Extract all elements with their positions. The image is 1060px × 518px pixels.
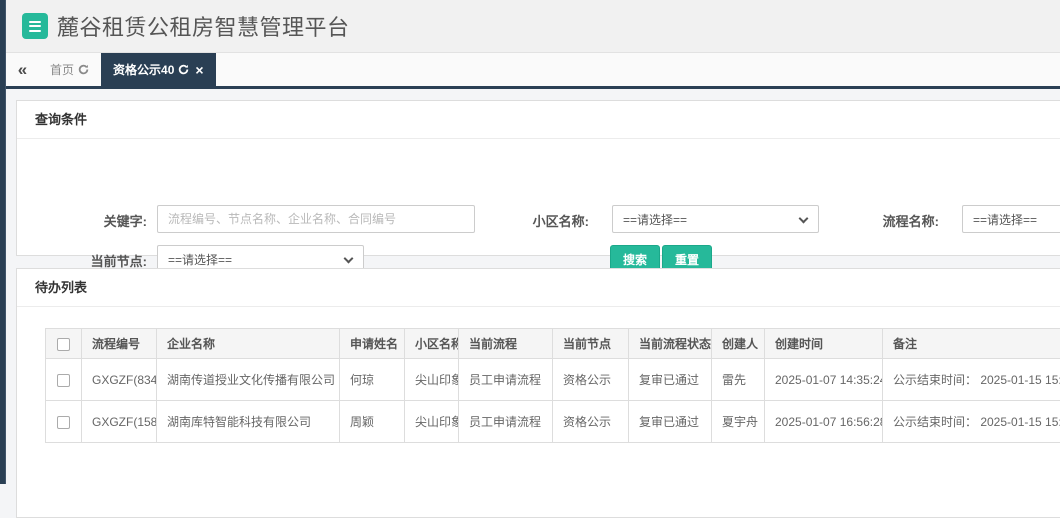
current-node-select-value: ==请选择== (168, 251, 232, 268)
cell: 员工申请流程 (459, 401, 553, 443)
tab-home-label: 首页 (50, 61, 74, 78)
cell: 夏宇舟 (712, 401, 765, 443)
hamburger-icon (29, 21, 41, 23)
todo-panel: 待办列表 (16, 268, 1060, 518)
cell: 员工申请流程 (459, 359, 553, 401)
tab-qualification-label: 资格公示40 (113, 61, 174, 78)
query-panel-title: 查询条件 (17, 101, 1060, 139)
community-label: 小区名称: (457, 211, 589, 230)
row-checkbox[interactable] (57, 416, 70, 429)
cell: 何琼 (340, 359, 405, 401)
todo-table: 流程编号企业名称申请姓名小区名称当前流程当前节点当前流程状态创建人创建时间备注 … (45, 328, 1060, 443)
todo-table-wrap: 流程编号企业名称申请姓名小区名称当前流程当前节点当前流程状态创建人创建时间备注 … (45, 328, 1060, 443)
cell: 湖南传道授业文化传播有限公司 (157, 359, 340, 401)
chevron-down-icon (344, 254, 354, 264)
cell: 资格公示 (553, 359, 629, 401)
community-select[interactable]: ==请选择== (612, 205, 819, 233)
todo-panel-title: 待办列表 (17, 269, 1060, 307)
collapse-tabs-icon[interactable]: « (6, 53, 38, 86)
cell: 公示结束时间： 2025-01-15 15:30:27 (883, 359, 1060, 401)
tab-bar: « 首页 资格公示40 × (6, 53, 1060, 86)
cell: 湖南库特智能科技有限公司 (157, 401, 340, 443)
cell: GXGZF(15862) (82, 401, 157, 443)
cell: 2025-01-07 14:35:24 (765, 359, 883, 401)
refresh-icon[interactable] (178, 64, 189, 75)
column-header: 申请姓名 (340, 329, 405, 359)
column-header: 备注 (883, 329, 1060, 359)
header-checkbox-cell (46, 329, 82, 359)
row-checkbox-cell (46, 401, 82, 443)
refresh-icon[interactable] (78, 64, 89, 75)
top-header: 麓谷租赁公租房智慧管理平台 (6, 0, 1060, 53)
cell: 复审已通过 (629, 359, 712, 401)
close-icon[interactable]: × (195, 63, 203, 77)
row-checkbox[interactable] (57, 374, 70, 387)
cell: 雷先 (712, 359, 765, 401)
community-select-value: ==请选择== (623, 211, 687, 228)
column-header: 创建时间 (765, 329, 883, 359)
select-all-checkbox[interactable] (57, 338, 70, 351)
content-area: 查询条件 关键字: 小区名称: ==请选择== 流程名称: ==请选择== 当前… (6, 89, 1060, 484)
process-name-label: 流程名称: (807, 211, 939, 230)
main-area: 麓谷租赁公租房智慧管理平台 « 首页 资格公示40 × 查 (6, 0, 1060, 484)
app-window: 麓谷租赁公租房智慧管理平台 « 首页 资格公示40 × 查 (0, 0, 1060, 484)
cell: 资格公示 (553, 401, 629, 443)
process-name-select[interactable]: ==请选择== (962, 205, 1060, 233)
table-row: GXGZF(834)湖南传道授业文化传播有限公司何琼尖山印象员工申请流程资格公示… (46, 359, 1060, 401)
column-header: 流程编号 (82, 329, 157, 359)
cell: 2025-01-07 16:56:28 (765, 401, 883, 443)
table-body: GXGZF(834)湖南传道授业文化传播有限公司何琼尖山印象员工申请流程资格公示… (46, 359, 1060, 443)
column-header: 当前流程状态 (629, 329, 712, 359)
column-header: 小区名称 (405, 329, 459, 359)
menu-toggle-button[interactable] (22, 13, 48, 39)
cell: GXGZF(834) (82, 359, 157, 401)
process-name-select-value: ==请选择== (973, 211, 1037, 228)
keyword-input[interactable] (157, 205, 475, 233)
table-row: GXGZF(15862)湖南库特智能科技有限公司周颖尖山印象员工申请流程资格公示… (46, 401, 1060, 443)
column-header: 当前流程 (459, 329, 553, 359)
column-header: 当前节点 (553, 329, 629, 359)
tab-home[interactable]: 首页 (38, 53, 101, 86)
tab-qualification-publicity[interactable]: 资格公示40 × (101, 53, 216, 86)
cell: 尖山印象 (405, 401, 459, 443)
cell: 复审已通过 (629, 401, 712, 443)
keyword-label: 关键字: (17, 211, 147, 230)
query-panel: 查询条件 关键字: 小区名称: ==请选择== 流程名称: ==请选择== 当前… (16, 100, 1060, 256)
cell: 尖山印象 (405, 359, 459, 401)
page-title: 麓谷租赁公租房智慧管理平台 (57, 10, 350, 42)
row-checkbox-cell (46, 359, 82, 401)
column-header: 企业名称 (157, 329, 340, 359)
column-header: 创建人 (712, 329, 765, 359)
cell: 公示结束时间： 2025-01-15 15:30:20 (883, 401, 1060, 443)
cell: 周颖 (340, 401, 405, 443)
table-header-row: 流程编号企业名称申请姓名小区名称当前流程当前节点当前流程状态创建人创建时间备注 (46, 329, 1060, 359)
